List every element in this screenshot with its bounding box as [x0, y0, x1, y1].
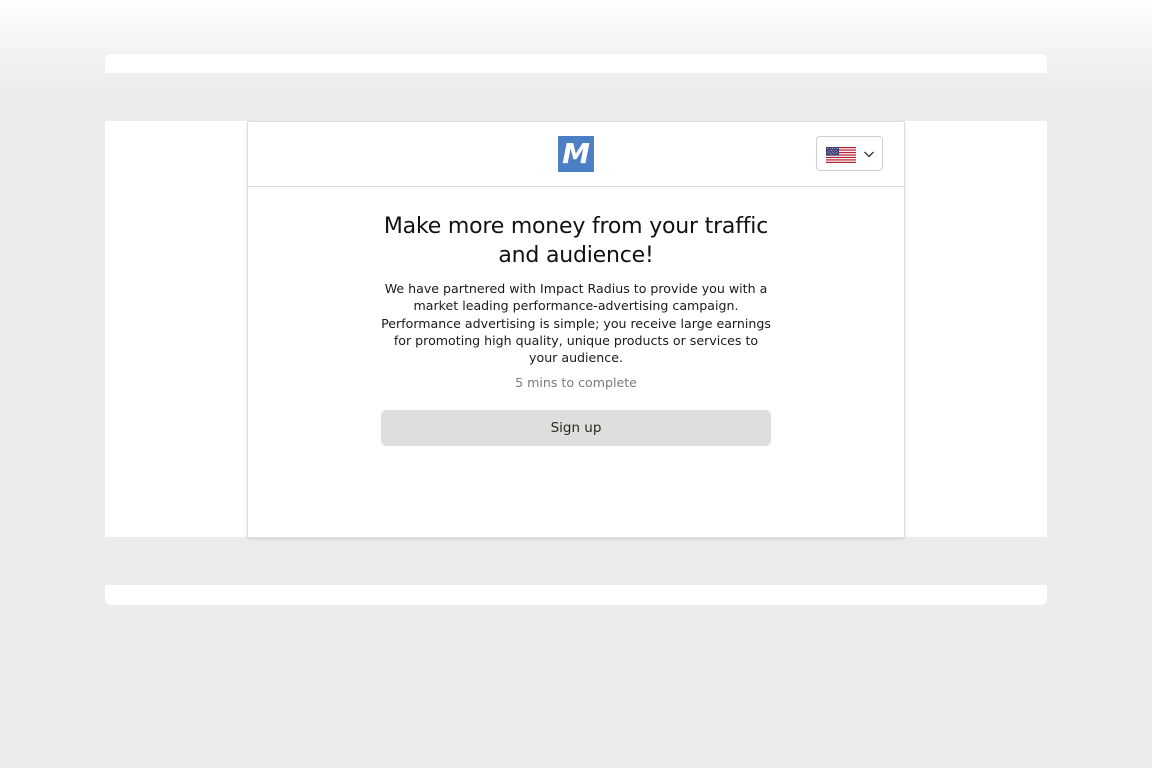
us-flag-icon [826, 147, 856, 163]
brand-logo: M [558, 136, 594, 172]
card-header: M [248, 122, 904, 187]
chevron-down-icon [864, 151, 874, 158]
time-estimate: 5 mins to complete [515, 375, 637, 391]
offer-title: Make more money from your traffic and au… [383, 214, 769, 268]
language-selector[interactable] [816, 136, 883, 171]
signup-button[interactable]: Sign up [381, 410, 771, 447]
signup-card: M Make more money from your traffic and … [247, 121, 905, 538]
offer-description: We have partnered with Impact Radius to … [381, 281, 771, 366]
bottom-background-strip [105, 585, 1047, 605]
top-background-strip [105, 54, 1047, 73]
offer-content: Make more money from your traffic and au… [381, 212, 771, 447]
